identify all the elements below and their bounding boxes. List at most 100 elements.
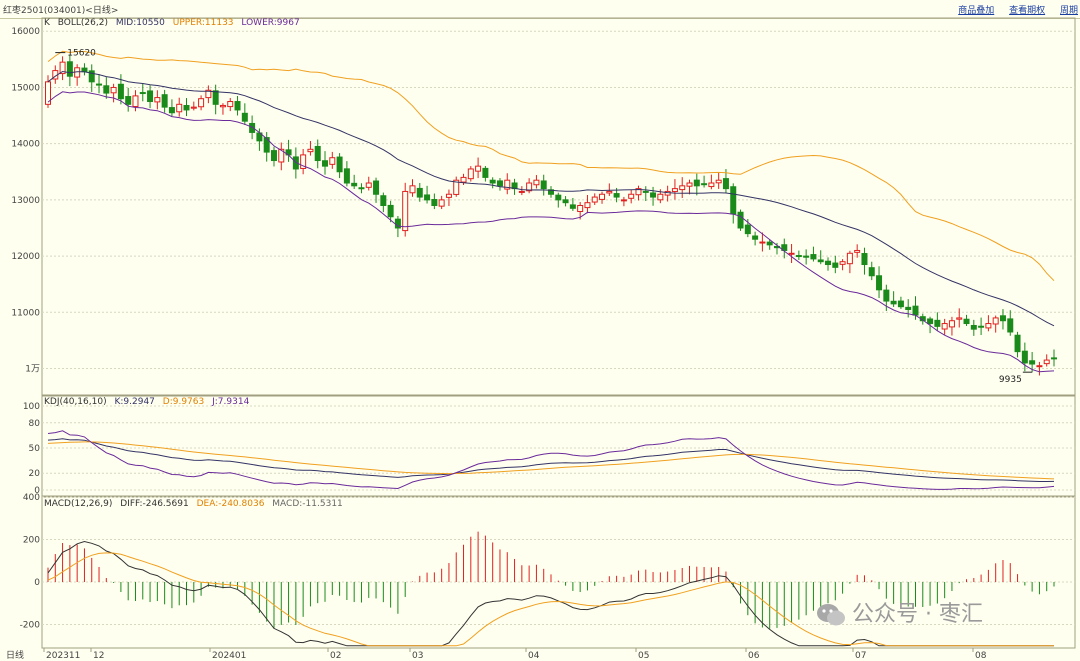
candle-body bbox=[460, 176, 467, 183]
boll-mid-line bbox=[47, 70, 1055, 327]
candle-body bbox=[606, 190, 613, 194]
candle-body bbox=[912, 305, 919, 316]
candle-body bbox=[577, 205, 584, 212]
candle-body bbox=[956, 317, 963, 320]
candle-body bbox=[795, 255, 802, 258]
candle-body bbox=[752, 235, 759, 240]
candle-body bbox=[927, 318, 934, 325]
candle-body bbox=[416, 187, 423, 198]
kdj-y-tick: 50 bbox=[29, 444, 41, 454]
macd-y-tick: -200 bbox=[20, 621, 41, 631]
candle-body bbox=[693, 179, 700, 187]
x-tick-label: 12 bbox=[93, 651, 104, 661]
candle-body bbox=[876, 275, 883, 291]
candle-body bbox=[241, 112, 248, 122]
candle-body bbox=[139, 92, 146, 95]
candle-body bbox=[147, 90, 154, 103]
macd-y-tick: 0 bbox=[34, 578, 40, 588]
candle-body bbox=[103, 85, 110, 94]
kdj-y-tick: 20 bbox=[29, 469, 41, 479]
candle-body bbox=[628, 193, 635, 199]
candle-body bbox=[336, 156, 343, 173]
candle-body bbox=[1043, 359, 1050, 365]
candle-body bbox=[854, 249, 861, 253]
main-y-tick: 13000 bbox=[11, 196, 40, 206]
candle-body bbox=[555, 194, 562, 201]
kdj-y-tick: 100 bbox=[23, 402, 40, 412]
candle-body bbox=[475, 165, 482, 172]
period-label: 日线 bbox=[6, 649, 24, 661]
main-y-tick: 16000 bbox=[11, 27, 40, 37]
candle-body bbox=[832, 262, 839, 268]
candle-body bbox=[322, 160, 329, 167]
x-tick-label: 02 bbox=[330, 651, 341, 661]
candle-body bbox=[1029, 360, 1036, 365]
wechat-icon bbox=[816, 603, 846, 627]
candle-body bbox=[650, 192, 657, 198]
boll-upper-line bbox=[47, 50, 1055, 282]
candle-body bbox=[599, 193, 606, 200]
candle-body bbox=[343, 168, 350, 184]
macd-y-tick: 400 bbox=[23, 493, 40, 503]
candle-body bbox=[1007, 318, 1014, 333]
candle-body bbox=[1021, 350, 1028, 364]
candle-body bbox=[722, 178, 729, 190]
candle-body bbox=[591, 196, 598, 203]
macd-y-tick: 200 bbox=[23, 536, 40, 546]
candle-body bbox=[431, 199, 438, 207]
candle-body bbox=[737, 211, 744, 229]
candle-body bbox=[613, 193, 620, 198]
kdj-k-value: K:9.2947 bbox=[114, 397, 155, 407]
candle-body bbox=[905, 306, 912, 310]
candle-body bbox=[810, 254, 817, 260]
macd-label: MACD(12,26,9) bbox=[44, 499, 113, 509]
x-tick-label: 05 bbox=[638, 651, 649, 661]
x-tick-label: 202401 bbox=[212, 651, 246, 661]
candle-body bbox=[846, 252, 853, 265]
candle-body bbox=[890, 300, 897, 305]
candle-body bbox=[569, 204, 576, 209]
candle-body bbox=[168, 107, 175, 114]
candle-body bbox=[387, 204, 394, 218]
boll-label: BOLL(26,2) bbox=[57, 18, 108, 28]
candle-body bbox=[212, 90, 219, 105]
candle-body bbox=[380, 195, 387, 206]
main-legend: K BOLL(26,2) MID:10550 UPPER:11133 LOWER… bbox=[44, 18, 305, 28]
candle-body bbox=[96, 83, 103, 86]
candle-body bbox=[883, 289, 890, 302]
candle-body bbox=[992, 317, 999, 325]
watermark-text: 公众号 · 枣汇 bbox=[852, 602, 983, 627]
candle-body bbox=[744, 224, 751, 235]
candle-body bbox=[1036, 365, 1043, 368]
candle-body bbox=[176, 103, 183, 113]
candle-body bbox=[270, 150, 277, 162]
kline-chart[interactable]: 16000 15000 14000 13000 12000 11000 1万 15620 993… bbox=[0, 0, 1080, 661]
candle-body bbox=[190, 106, 197, 109]
x-tick-label: 202311 bbox=[46, 651, 80, 661]
x-tick-label: 03 bbox=[412, 651, 423, 661]
candle-body bbox=[839, 261, 846, 265]
x-tick-label: 04 bbox=[528, 651, 540, 661]
panel-frame-2 bbox=[41, 395, 1076, 497]
candle-body bbox=[759, 241, 766, 244]
candle-body bbox=[671, 188, 678, 193]
main-label: K bbox=[44, 18, 50, 28]
candle-body bbox=[642, 190, 649, 193]
candle-body bbox=[803, 255, 810, 258]
candle-body bbox=[81, 67, 88, 73]
candle-body bbox=[183, 105, 190, 111]
kdj-j-value: J:7.9314 bbox=[212, 397, 250, 407]
macd-diff-line bbox=[47, 540, 1054, 647]
candle-body bbox=[730, 186, 737, 215]
candle-body bbox=[154, 97, 161, 103]
boll-lower-line bbox=[47, 91, 1055, 373]
candle-body bbox=[489, 179, 496, 184]
candle-body bbox=[897, 300, 904, 308]
candle-body bbox=[1014, 334, 1021, 353]
candle-body bbox=[999, 315, 1006, 322]
candle-body bbox=[715, 179, 722, 184]
candle-body bbox=[584, 202, 591, 209]
candle-body bbox=[1051, 357, 1057, 360]
high-marker-label: 15620 bbox=[67, 49, 96, 59]
main-y-tick: 12000 bbox=[11, 252, 40, 262]
